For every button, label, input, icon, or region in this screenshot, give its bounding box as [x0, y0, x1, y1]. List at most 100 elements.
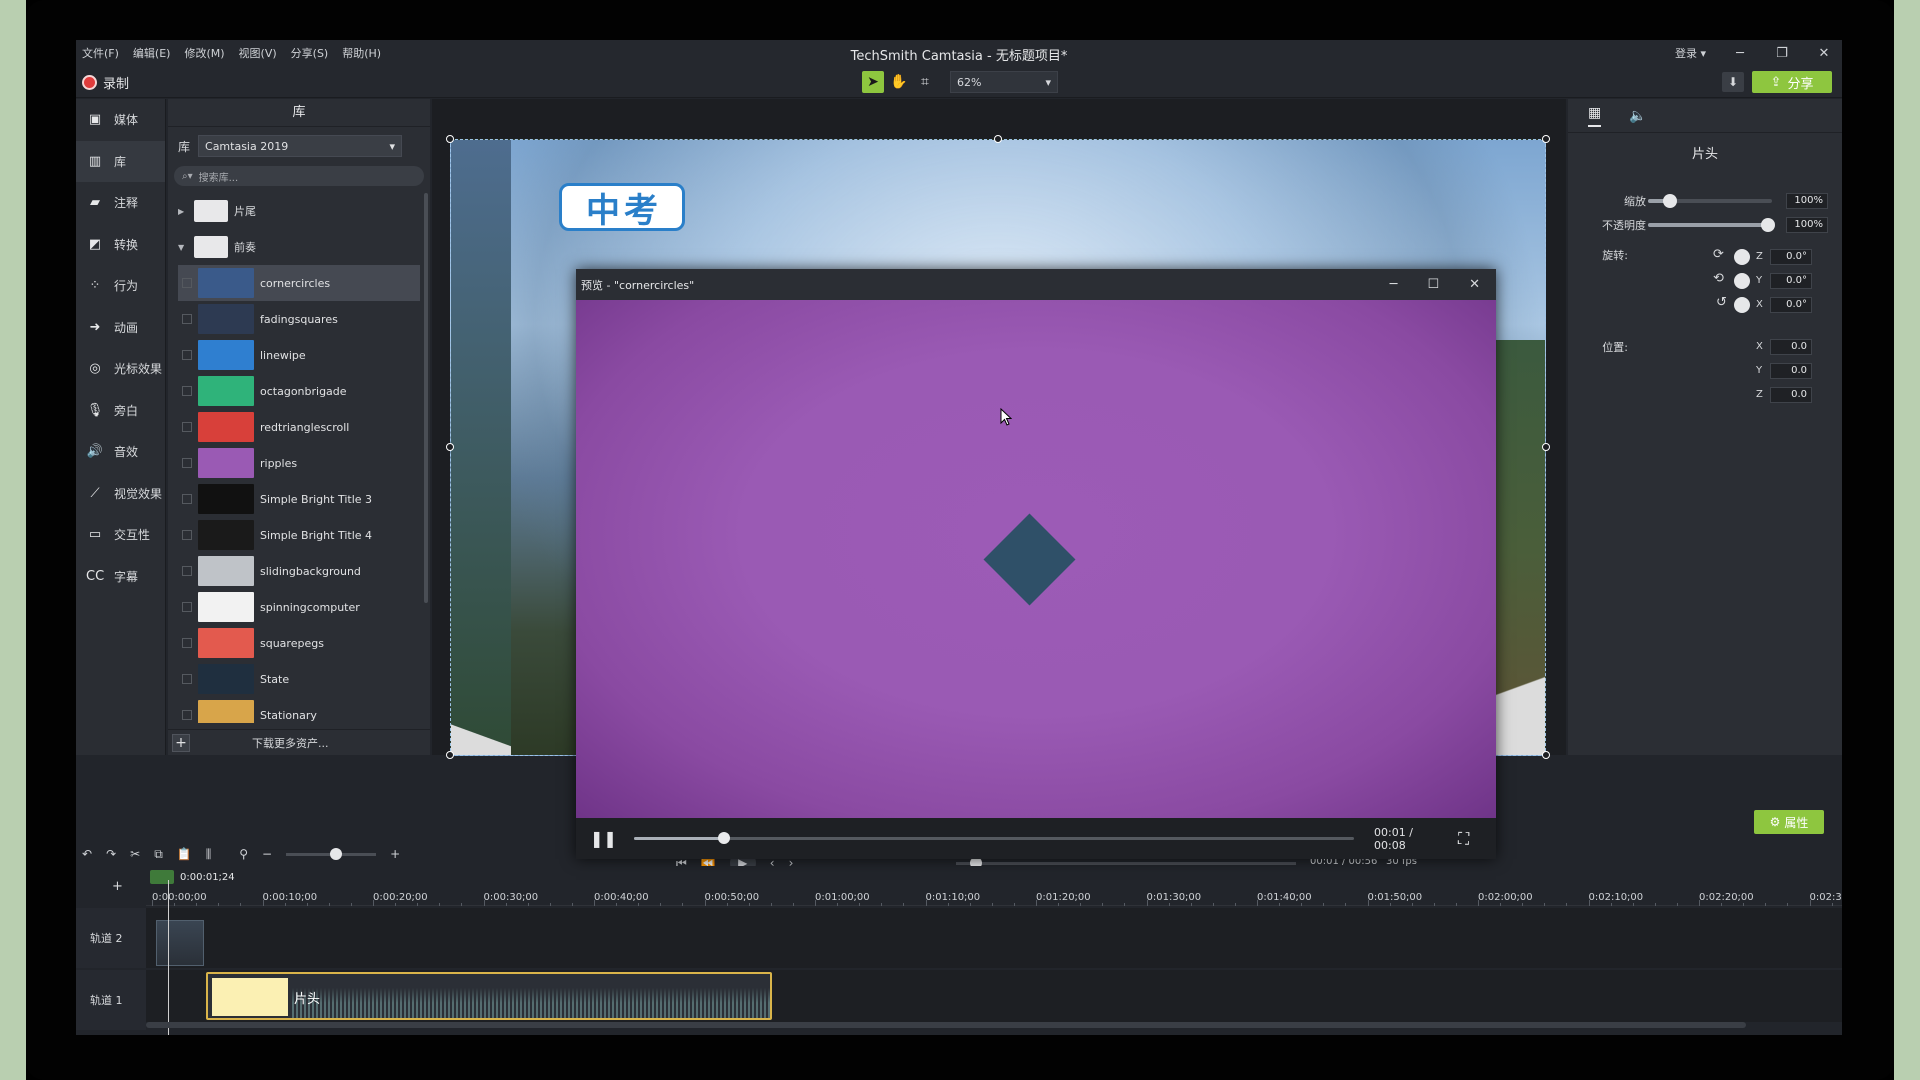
- resize-handle[interactable]: [1542, 751, 1550, 759]
- sidebar-item-animation[interactable]: ➜ 动画: [76, 307, 165, 349]
- asset-checkbox[interactable]: [182, 422, 192, 432]
- menu-modify[interactable]: 修改(M): [184, 45, 224, 61]
- track-1-clip[interactable]: 片头: [206, 972, 772, 1020]
- resize-handle[interactable]: [1542, 135, 1550, 143]
- asset-checkbox[interactable]: [182, 386, 192, 396]
- opacity-slider[interactable]: [1648, 218, 1776, 232]
- timeline-scrollbar[interactable]: [146, 1022, 1746, 1028]
- asset-checkbox[interactable]: [182, 350, 192, 360]
- opacity-input[interactable]: 100%: [1786, 217, 1828, 233]
- preview-seek-bar[interactable]: [634, 832, 1354, 844]
- undo-icon[interactable]: ↶: [82, 847, 92, 861]
- asset-checkbox[interactable]: [182, 278, 192, 288]
- crop-tool-icon[interactable]: ⌗: [914, 71, 936, 93]
- library-asset[interactable]: Simple Bright Title 4: [178, 517, 420, 553]
- menu-view[interactable]: 视图(V): [239, 45, 277, 61]
- scale-slider[interactable]: [1648, 194, 1772, 208]
- asset-checkbox[interactable]: [182, 566, 192, 576]
- fullscreen-icon[interactable]: ⛶: [1458, 829, 1469, 849]
- add-track-icon[interactable]: +: [112, 879, 123, 894]
- add-icon[interactable]: +: [172, 733, 190, 752]
- sidebar-item-film[interactable]: ▣ 媒体: [76, 99, 165, 141]
- library-asset[interactable]: Stationary: [178, 697, 420, 723]
- rotate-x-input[interactable]: 0.0°: [1770, 297, 1812, 313]
- zoom-icon[interactable]: ⚲: [239, 847, 248, 861]
- rotate-z-knob[interactable]: [1734, 249, 1750, 265]
- library-asset[interactable]: octagonbrigade: [178, 373, 420, 409]
- playhead-line[interactable]: [168, 880, 169, 1035]
- library-asset[interactable]: linewipe: [178, 337, 420, 373]
- copy-icon[interactable]: ⧉: [154, 847, 163, 862]
- audio-properties-tab-icon[interactable]: 🔈: [1629, 108, 1646, 124]
- resize-handle[interactable]: [446, 443, 454, 451]
- asset-checkbox[interactable]: [182, 314, 192, 324]
- library-asset[interactable]: slidingbackground: [178, 553, 420, 589]
- close-icon[interactable]: ✕: [1816, 46, 1832, 61]
- opacity-knob[interactable]: [1761, 218, 1776, 232]
- library-asset[interactable]: fadingsquares: [178, 301, 420, 337]
- pause-icon[interactable]: ❚❚: [590, 829, 617, 848]
- sidebar-item-library[interactable]: ▥ 库: [76, 140, 165, 182]
- timeline-ruler[interactable]: 0:00:01;24 0:00:00;00 0:00:10;00 0:00:20;0…: [146, 866, 1842, 906]
- cut-icon[interactable]: ✂: [130, 847, 140, 861]
- timeline-zoom-slider[interactable]: [286, 847, 377, 860]
- asset-checkbox[interactable]: [182, 638, 192, 648]
- library-select[interactable]: Camtasia 2019 ▾: [198, 135, 403, 157]
- track-2-lane[interactable]: [146, 908, 1842, 968]
- library-asset[interactable]: squarepegs: [178, 625, 420, 661]
- chevron-down-icon[interactable]: ▼: [178, 243, 188, 252]
- sidebar-item-captions[interactable]: CC 字幕: [76, 556, 165, 598]
- track-2-header[interactable]: 轨道 2: [76, 908, 146, 968]
- scale-knob[interactable]: [1663, 194, 1678, 208]
- menu-help[interactable]: 帮助(H): [342, 45, 381, 61]
- login-button[interactable]: 登录 ▾: [1675, 45, 1706, 61]
- close-icon[interactable]: ✕: [1469, 277, 1480, 292]
- library-asset[interactable]: ripples: [178, 445, 420, 481]
- zoom-out-icon[interactable]: −: [262, 847, 272, 861]
- share-button[interactable]: ⇪ 分享: [1752, 71, 1832, 93]
- scale-input[interactable]: 100%: [1786, 193, 1828, 209]
- resize-handle[interactable]: [994, 135, 1002, 143]
- sidebar-item-visual-effects[interactable]: ⟋ 视觉效果: [76, 473, 165, 515]
- menu-edit[interactable]: 编辑(E): [133, 45, 171, 61]
- minimize-icon[interactable]: ─: [1390, 277, 1398, 292]
- maximize-icon[interactable]: ☐: [1427, 277, 1439, 292]
- position-z-input[interactable]: 0.0: [1770, 387, 1812, 403]
- split-icon[interactable]: ⫼: [206, 847, 212, 862]
- resize-handle[interactable]: [446, 751, 454, 759]
- library-asset[interactable]: spinningcomputer: [178, 589, 420, 625]
- asset-checkbox[interactable]: [182, 530, 192, 540]
- library-scrollbar[interactable]: [424, 193, 428, 603]
- restore-icon[interactable]: ❐: [1774, 46, 1790, 61]
- sidebar-item-cursor-effects[interactable]: ◎ 光标效果: [76, 348, 165, 390]
- position-x-input[interactable]: 0.0: [1770, 339, 1812, 355]
- zoom-in-icon[interactable]: +: [390, 847, 400, 861]
- rotate-x-knob[interactable]: [1734, 297, 1750, 313]
- preview-seek-knob[interactable]: [718, 832, 730, 844]
- pan-tool-icon[interactable]: ✋: [888, 71, 910, 93]
- timeline-zoom-knob[interactable]: [330, 847, 343, 860]
- library-asset[interactable]: State: [178, 661, 420, 697]
- rotate-y-knob[interactable]: [1734, 273, 1750, 289]
- track-2-clip[interactable]: [156, 920, 204, 966]
- library-asset[interactable]: Simple Bright Title 3: [178, 481, 420, 517]
- preview-video[interactable]: [576, 300, 1496, 818]
- download-more-link[interactable]: 下载更多资产...: [252, 735, 329, 751]
- zoom-select[interactable]: 62% ▾: [950, 71, 1058, 93]
- preview-titlebar[interactable]: 预览 - "cornercircles" ─ ☐ ✕: [576, 269, 1496, 300]
- library-asset[interactable]: cornercircles: [178, 265, 420, 301]
- visual-properties-tab-icon[interactable]: ▦: [1588, 105, 1602, 127]
- chevron-right-icon[interactable]: ▶: [178, 207, 188, 216]
- resize-handle[interactable]: [1542, 443, 1550, 451]
- asset-checkbox[interactable]: [182, 602, 192, 612]
- folder-item[interactable]: ▶ 片尾: [178, 193, 420, 229]
- playhead-marker[interactable]: [150, 870, 174, 884]
- sidebar-item-behavior[interactable]: ⁘ 行为: [76, 265, 165, 307]
- track-1-header[interactable]: 轨道 1: [76, 970, 146, 1030]
- redo-icon[interactable]: ↷: [106, 847, 116, 861]
- sidebar-item-interactivity[interactable]: ▭ 交互性: [76, 514, 165, 556]
- library-search-input[interactable]: ⌕▾ 搜索库...: [174, 166, 424, 186]
- properties-button[interactable]: ⚙ 属性: [1754, 810, 1824, 834]
- asset-checkbox[interactable]: [182, 494, 192, 504]
- menu-file[interactable]: 文件(F): [82, 45, 119, 61]
